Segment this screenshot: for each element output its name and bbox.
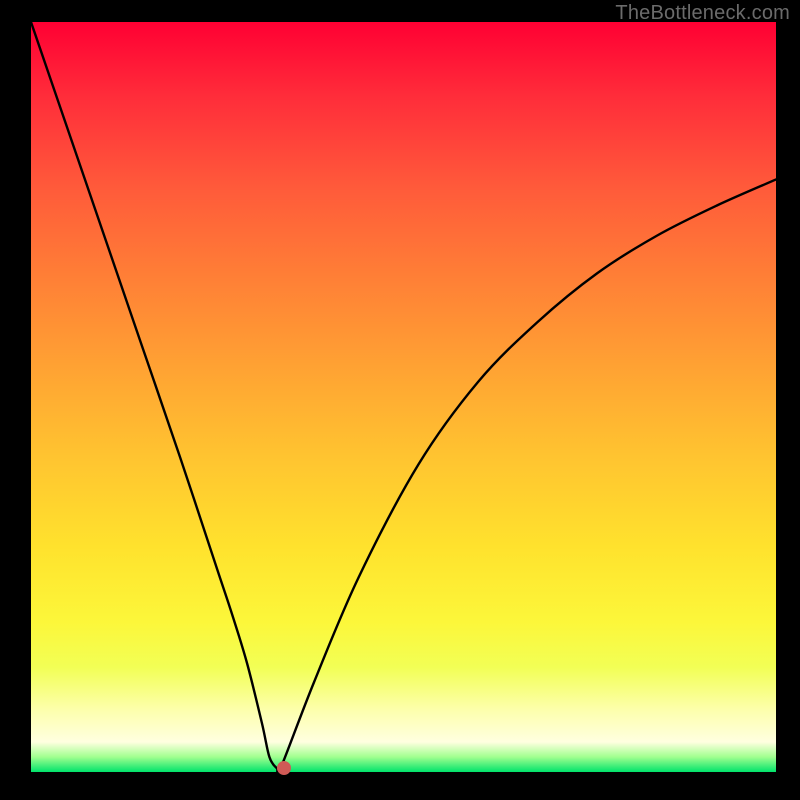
- chart-curve-layer: [31, 22, 776, 772]
- watermark-text: TheBottleneck.com: [615, 2, 790, 25]
- chart-frame: TheBottleneck.com: [0, 0, 800, 800]
- bottleneck-curve: [31, 22, 776, 772]
- chart-marker-dot: [277, 761, 291, 775]
